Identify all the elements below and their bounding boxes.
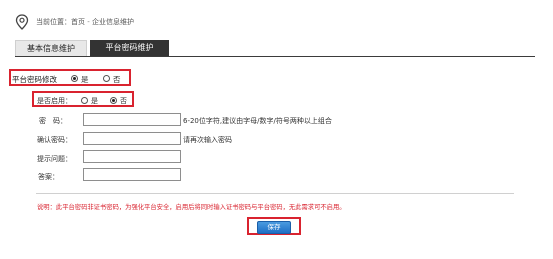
divider xyxy=(36,193,514,194)
platform-password-no-radio[interactable] xyxy=(103,75,110,82)
enable-no-label: 否 xyxy=(120,97,127,105)
breadcrumb-prefix: 当前位置： xyxy=(36,18,71,26)
enable-label: 是否启用： xyxy=(37,97,72,105)
confirm-password-label: 确认密码： xyxy=(37,136,72,144)
breadcrumb: 当前位置：首页 - 企业信息维护 xyxy=(36,17,134,27)
tab-basic-info[interactable]: 基本信息维护 xyxy=(15,40,87,56)
hint-question-input[interactable] xyxy=(83,150,181,163)
platform-password-no-label: 否 xyxy=(113,75,121,84)
answer-label: 答案： xyxy=(38,173,59,181)
password-hint: 6-20位字符,建议由字母/数字/符号两种以上组合 xyxy=(183,117,332,125)
platform-password-yes-label: 是 xyxy=(81,75,89,84)
breadcrumb-separator: - xyxy=(85,18,92,26)
platform-password-yes-radio[interactable] xyxy=(71,75,78,82)
enable-no-radio[interactable] xyxy=(110,97,117,104)
breadcrumb-current: 企业信息维护 xyxy=(91,18,134,26)
confirm-password-hint: 请再次输入密码 xyxy=(183,136,232,144)
password-input[interactable] xyxy=(83,113,181,126)
location-pin-icon xyxy=(15,14,29,30)
tab-platform-password[interactable]: 平台密码维护 xyxy=(90,40,169,56)
breadcrumb-home-link[interactable]: 首页 xyxy=(71,18,85,26)
enable-yes-label: 是 xyxy=(91,97,98,105)
answer-input[interactable] xyxy=(83,168,181,181)
note-text: 说明：此平台密码非证书密码，为强化平台安全，启用后将同时输入证书密码与平台密码，… xyxy=(37,204,346,211)
platform-password-label: 平台密码修改 xyxy=(12,75,57,84)
confirm-password-input[interactable] xyxy=(83,132,181,145)
hint-question-label: 提示问题： xyxy=(37,155,72,163)
tab-bar: 基本信息维护 平台密码维护 xyxy=(15,40,535,57)
save-button[interactable]: 保存 xyxy=(257,221,291,234)
password-label: 密 码： xyxy=(39,117,67,125)
enable-yes-radio[interactable] xyxy=(81,97,88,104)
